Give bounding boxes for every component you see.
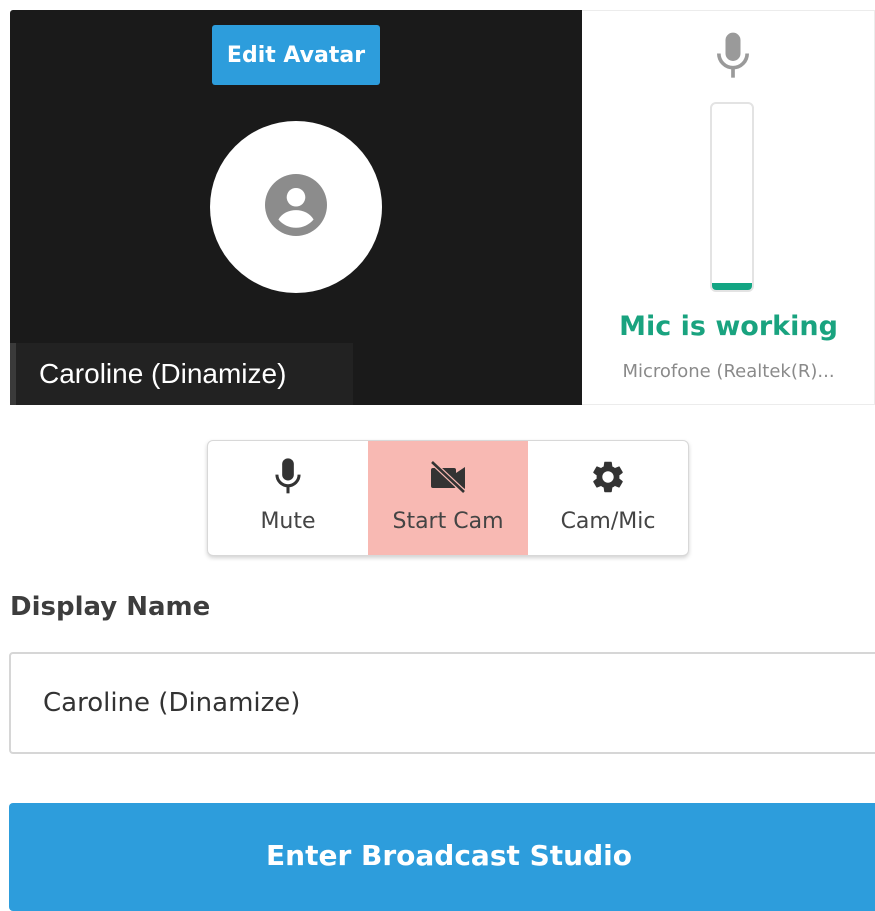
- enter-broadcast-studio-button[interactable]: Enter Broadcast Studio: [9, 803, 875, 911]
- participant-name: Caroline (Dinamize): [39, 358, 287, 389]
- mic-device-name: Microfone (Realtek(R)...: [622, 361, 835, 382]
- display-name-input[interactable]: [9, 652, 875, 754]
- avatar: [210, 121, 382, 293]
- mic-status: Mic is working: [619, 311, 838, 342]
- cam-mic-label: Cam/Mic: [560, 509, 656, 534]
- microphone-icon: [274, 457, 302, 497]
- mute-label: Mute: [260, 509, 316, 534]
- media-controls: Mute Start Cam Cam/Mic: [207, 440, 689, 556]
- mic-check-panel: Mic is working Microfone (Realtek(R)...: [582, 10, 875, 405]
- cam-mic-settings-button[interactable]: Cam/Mic: [528, 441, 688, 555]
- mute-button[interactable]: Mute: [208, 441, 368, 555]
- start-cam-label: Start Cam: [392, 509, 504, 534]
- edit-avatar-button[interactable]: Edit Avatar: [212, 25, 380, 85]
- microphone-icon: [713, 31, 753, 85]
- camera-off-icon: [428, 457, 468, 497]
- account-circle-icon: [265, 174, 327, 240]
- mic-level-meter: [710, 102, 754, 292]
- display-name-label: Display Name: [10, 592, 211, 622]
- participant-name-tag: Caroline (Dinamize): [10, 343, 353, 405]
- mic-level-fill: [712, 282, 752, 290]
- gear-icon: [589, 457, 627, 497]
- video-preview: Edit Avatar Caroline (Dinamize): [10, 10, 582, 405]
- start-cam-button[interactable]: Start Cam: [368, 441, 528, 555]
